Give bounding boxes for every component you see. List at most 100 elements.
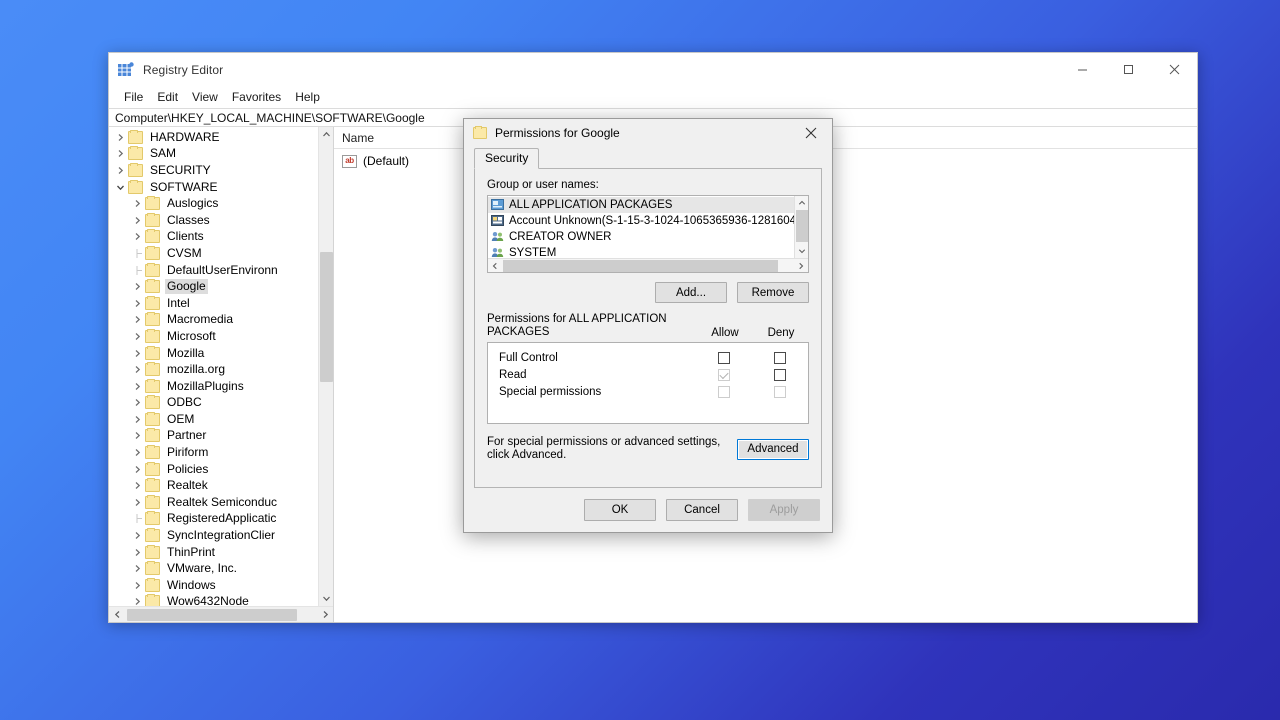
chevron-right-icon[interactable] <box>113 166 128 175</box>
list-item[interactable]: ALL APPLICATION PACKAGES <box>488 197 808 213</box>
chevron-right-icon[interactable] <box>130 431 145 440</box>
tree-item-microsoft[interactable]: Microsoft <box>109 328 333 345</box>
tree-item-macromedia[interactable]: Macromedia <box>109 312 333 329</box>
scroll-right-icon[interactable] <box>794 259 808 273</box>
tree-item-policies[interactable]: Policies <box>109 461 333 478</box>
close-icon[interactable] <box>790 119 832 147</box>
registry-tree[interactable]: HARDWARESAMSECURITYSOFTWAREAuslogicsClas… <box>109 127 333 606</box>
tree-item-odbc[interactable]: ODBC <box>109 395 333 412</box>
list-item[interactable]: CREATOR OWNER <box>488 229 808 245</box>
tree-item-realtek[interactable]: Realtek <box>109 477 333 494</box>
scroll-down-icon[interactable] <box>319 591 334 606</box>
chevron-right-icon[interactable] <box>130 199 145 208</box>
chevron-right-icon[interactable] <box>130 581 145 590</box>
chevron-right-icon[interactable] <box>113 133 128 142</box>
list-scroll-thumb[interactable] <box>796 210 808 242</box>
tree-item-security[interactable]: SECURITY <box>109 162 333 179</box>
scroll-down-icon[interactable] <box>795 244 809 258</box>
tree-item-hardware[interactable]: HARDWARE <box>109 129 333 146</box>
tab-security[interactable]: Security <box>474 148 539 169</box>
chevron-right-icon[interactable] <box>130 498 145 507</box>
tree-item-mozilla-org[interactable]: mozilla.org <box>109 361 333 378</box>
tree-scroll-track[interactable] <box>319 142 334 591</box>
tree-item-vmware-inc[interactable]: VMware, Inc. <box>109 560 333 577</box>
scroll-up-icon[interactable] <box>319 127 334 142</box>
tree-item-clients[interactable]: Clients <box>109 229 333 246</box>
chevron-right-icon[interactable] <box>130 465 145 474</box>
chevron-right-icon[interactable] <box>130 315 145 324</box>
chevron-right-icon[interactable] <box>130 597 145 606</box>
list-hscroll-thumb[interactable] <box>503 260 778 272</box>
tree-item-piriform[interactable]: Piriform <box>109 444 333 461</box>
deny-checkbox[interactable] <box>774 369 786 381</box>
ok-button[interactable]: OK <box>584 499 656 521</box>
tree-item-windows[interactable]: Windows <box>109 577 333 594</box>
menu-edit[interactable]: Edit <box>150 88 185 106</box>
list-scroll-track[interactable] <box>795 210 809 244</box>
chevron-right-icon[interactable] <box>113 149 128 158</box>
tree-item-classes[interactable]: Classes <box>109 212 333 229</box>
deny-checkbox[interactable] <box>774 352 786 364</box>
chevron-right-icon[interactable] <box>130 448 145 457</box>
chevron-right-icon[interactable] <box>130 232 145 241</box>
chevron-right-icon[interactable] <box>130 481 145 490</box>
list-item[interactable]: Account Unknown(S-1-15-3-1024-1065365936… <box>488 213 808 229</box>
scroll-left-icon[interactable] <box>488 259 502 273</box>
chevron-right-icon[interactable] <box>130 216 145 225</box>
tree-item-thinprint[interactable]: ThinPrint <box>109 544 333 561</box>
chevron-right-icon[interactable] <box>130 332 145 341</box>
tree-item-defaultuserenvironn[interactable]: DefaultUserEnvironn <box>109 262 333 279</box>
tree-item-oem[interactable]: OEM <box>109 411 333 428</box>
tree-hscroll-thumb[interactable] <box>127 609 297 621</box>
menu-help[interactable]: Help <box>288 88 327 106</box>
cancel-button[interactable]: Cancel <box>666 499 738 521</box>
tree-item-cvsm[interactable]: CVSM <box>109 245 333 262</box>
tree-item-auslogics[interactable]: Auslogics <box>109 195 333 212</box>
chevron-right-icon[interactable] <box>130 548 145 557</box>
chevron-right-icon[interactable] <box>130 299 145 308</box>
chevron-right-icon[interactable] <box>130 349 145 358</box>
list-vertical-scrollbar[interactable] <box>794 196 808 258</box>
tree-hscroll-track[interactable] <box>125 607 317 623</box>
chevron-right-icon[interactable] <box>130 282 145 291</box>
tree-item-mozillaplugins[interactable]: MozillaPlugins <box>109 378 333 395</box>
chevron-right-icon[interactable] <box>130 365 145 374</box>
tree-scroll-thumb[interactable] <box>320 252 333 382</box>
menu-view[interactable]: View <box>185 88 225 106</box>
tree-item-sam[interactable]: SAM <box>109 146 333 163</box>
minimize-icon[interactable] <box>1059 53 1105 86</box>
list-item[interactable]: SYSTEM <box>488 245 808 258</box>
tree-item-syncintegrationclier[interactable]: SyncIntegrationClier <box>109 527 333 544</box>
chevron-right-icon[interactable] <box>130 531 145 540</box>
tree-vertical-scrollbar[interactable] <box>318 127 333 606</box>
allow-checkbox[interactable] <box>718 352 730 364</box>
column-header-name[interactable]: Name <box>342 131 472 145</box>
add-button[interactable]: Add... <box>655 282 727 303</box>
menu-favorites[interactable]: Favorites <box>225 88 288 106</box>
chevron-right-icon[interactable] <box>130 415 145 424</box>
chevron-right-icon[interactable] <box>130 564 145 573</box>
scroll-left-icon[interactable] <box>109 607 125 623</box>
tree-item-google[interactable]: Google <box>109 278 333 295</box>
tree-item-mozilla[interactable]: Mozilla <box>109 345 333 362</box>
list-hscroll-track[interactable] <box>502 259 794 273</box>
close-icon[interactable] <box>1151 53 1197 86</box>
group-or-user-names-list[interactable]: ALL APPLICATION PACKAGESAccount Unknown(… <box>487 195 809 273</box>
chevron-right-icon[interactable] <box>130 382 145 391</box>
tree-item-partner[interactable]: Partner <box>109 428 333 445</box>
tree-item-wow6432node[interactable]: Wow6432Node <box>109 594 333 606</box>
tree-item-software[interactable]: SOFTWARE <box>109 179 333 196</box>
tree-item-intel[interactable]: Intel <box>109 295 333 312</box>
scroll-right-icon[interactable] <box>317 607 333 623</box>
maximize-icon[interactable] <box>1105 53 1151 86</box>
list-horizontal-scrollbar[interactable] <box>488 258 808 272</box>
remove-button[interactable]: Remove <box>737 282 809 303</box>
tree-horizontal-scrollbar[interactable] <box>109 606 333 622</box>
advanced-button[interactable]: Advanced <box>737 439 809 460</box>
tree-item-registeredapplicatic[interactable]: RegisteredApplicatic <box>109 511 333 528</box>
chevron-right-icon[interactable] <box>130 398 145 407</box>
chevron-down-icon[interactable] <box>113 183 128 192</box>
menu-file[interactable]: File <box>117 88 150 106</box>
scroll-up-icon[interactable] <box>795 196 809 210</box>
tree-item-realtek-semiconduc[interactable]: Realtek Semiconduc <box>109 494 333 511</box>
